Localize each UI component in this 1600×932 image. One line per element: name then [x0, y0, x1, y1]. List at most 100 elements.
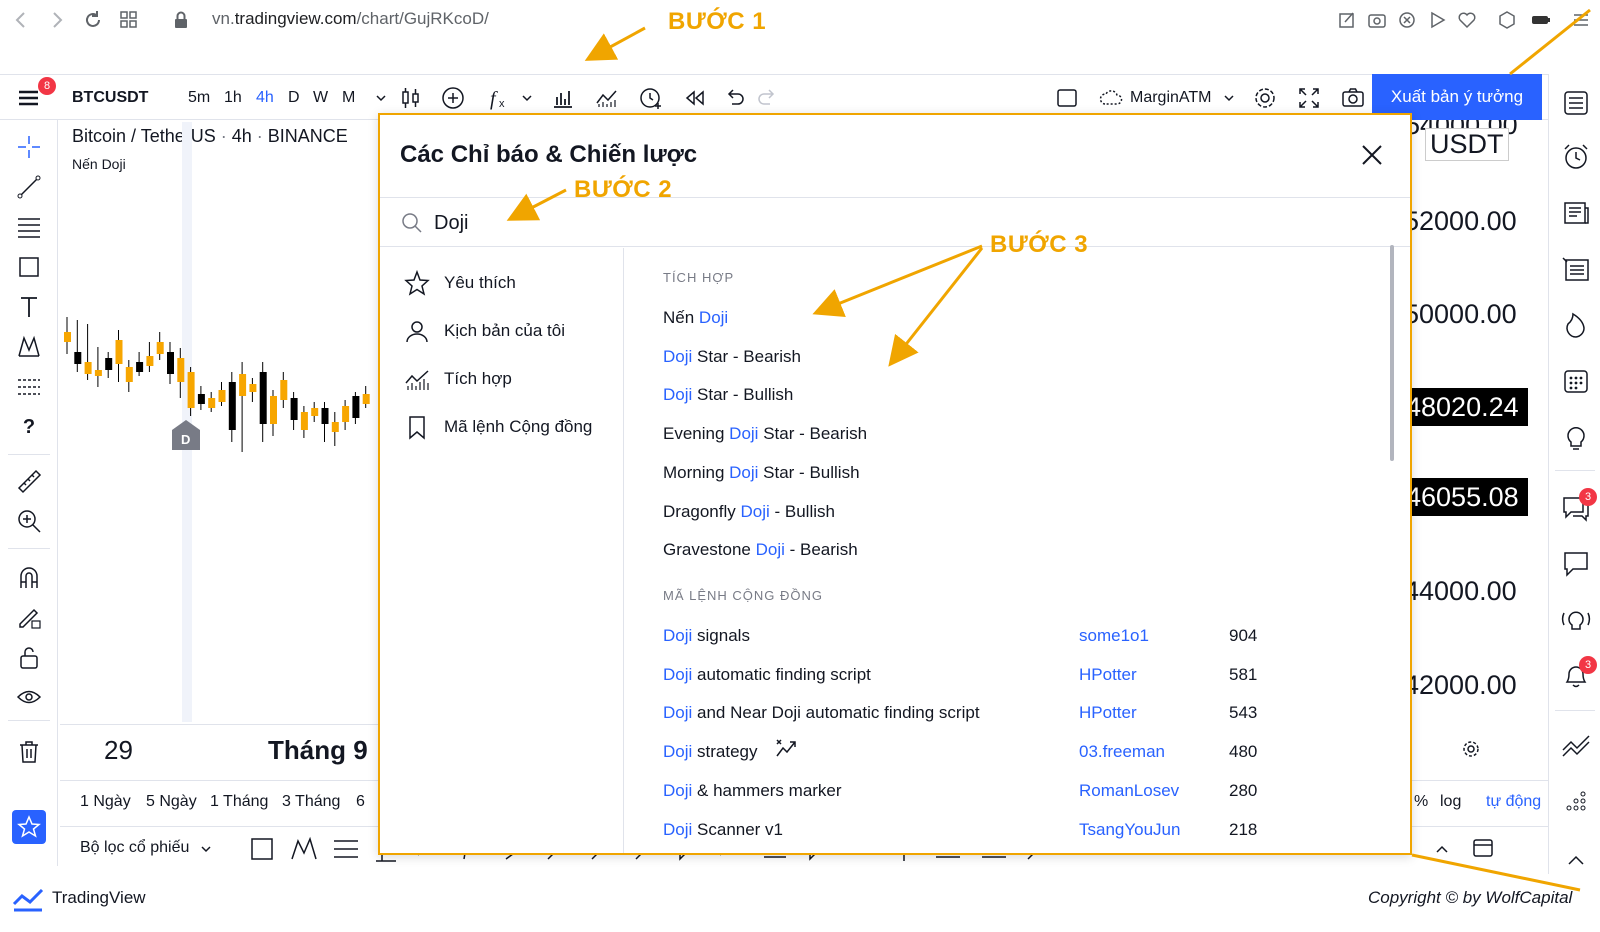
fullscreen-icon[interactable]: [1296, 85, 1322, 111]
chevron-down-icon[interactable]: [1216, 85, 1242, 111]
scale-auto[interactable]: tự động: [1486, 793, 1541, 811]
panel-icon[interactable]: [1472, 837, 1494, 859]
community-result-item[interactable]: Doji strategy: [663, 742, 758, 762]
interval-m[interactable]: M: [342, 89, 355, 107]
url-bar[interactable]: vn.tradingview.com/chart/GujRKcoD/: [212, 9, 489, 29]
forecast-icon[interactable]: [16, 374, 42, 400]
time-axis[interactable]: 29 Tháng 9: [60, 724, 390, 780]
unlock-icon[interactable]: [16, 644, 42, 670]
range-1d[interactable]: 1 Ngày: [80, 793, 131, 811]
text-tool-icon[interactable]: [16, 294, 42, 320]
news-icon[interactable]: [1561, 198, 1591, 228]
redo-icon[interactable]: [754, 85, 780, 111]
compare-add-icon[interactable]: [440, 85, 466, 111]
block-icon[interactable]: [1396, 9, 1418, 31]
messages-icon[interactable]: [1561, 548, 1591, 578]
fib-lines-icon[interactable]: [16, 214, 42, 240]
alert-add-icon[interactable]: [638, 85, 664, 111]
indicator-legend[interactable]: Nến Doji: [72, 156, 126, 172]
chevron-down-icon[interactable]: [368, 85, 394, 111]
interval-w[interactable]: W: [313, 89, 328, 107]
heart-icon[interactable]: [1456, 9, 1478, 31]
pattern-icon[interactable]: [16, 334, 42, 360]
crosshair-icon[interactable]: [16, 134, 42, 160]
community-result-item[interactable]: Doji automatic finding script: [663, 665, 871, 685]
candles-icon[interactable]: [398, 85, 424, 111]
search-input[interactable]: [434, 208, 934, 238]
script-author-link[interactable]: HPotter: [1079, 665, 1137, 685]
magnet-icon[interactable]: [16, 564, 42, 590]
range-1m[interactable]: 1 Tháng: [210, 793, 268, 811]
builtin-result-item[interactable]: Morning Doji Star - Bullish: [663, 463, 860, 483]
grid-icon[interactable]: [118, 9, 140, 31]
community-result-item[interactable]: Doji & hammers marker: [663, 781, 842, 801]
ruler-icon[interactable]: [16, 468, 42, 494]
range-5d[interactable]: 5 Ngày: [146, 793, 197, 811]
close-icon[interactable]: [1358, 141, 1386, 169]
camera-icon[interactable]: [1366, 9, 1388, 31]
chevron-down-icon[interactable]: [196, 839, 216, 859]
range-6m[interactable]: 6: [356, 793, 365, 811]
eye-icon[interactable]: [16, 684, 42, 710]
box-icon[interactable]: [1496, 9, 1518, 31]
cloud-icon[interactable]: [1098, 85, 1124, 111]
scale-log[interactable]: log: [1440, 793, 1461, 811]
watchlist-icon[interactable]: [1561, 88, 1591, 118]
reload-icon[interactable]: [82, 9, 104, 31]
calendar-icon[interactable]: [1561, 366, 1591, 396]
help-icon[interactable]: ?: [16, 416, 42, 442]
builtin-result-item[interactable]: Dragonfly Doji - Bullish: [663, 502, 835, 522]
undo-icon[interactable]: [722, 85, 748, 111]
replay-icon[interactable]: [682, 85, 708, 111]
scale-percent[interactable]: %: [1414, 793, 1428, 811]
trash-icon[interactable]: [16, 738, 42, 764]
axis-settings-gear-icon[interactable]: [1461, 739, 1481, 759]
play-icon[interactable]: [1426, 9, 1448, 31]
settings-gear-icon[interactable]: [1252, 85, 1278, 111]
category-community[interactable]: Mã lệnh Cộng đồng: [404, 410, 614, 450]
category-favorites[interactable]: Yêu thích: [404, 266, 614, 306]
interval-1h[interactable]: 1h: [224, 89, 242, 107]
builtin-result-item[interactable]: Nến Doji: [663, 308, 728, 328]
chevron-up-icon[interactable]: [1432, 839, 1452, 859]
symbol-search[interactable]: BTCUSDT: [72, 89, 148, 107]
data-window-icon[interactable]: [1561, 254, 1591, 284]
community-result-item[interactable]: Doji signals: [663, 626, 750, 646]
range-3m[interactable]: 3 Tháng: [282, 793, 340, 811]
chevron-up-icon[interactable]: [1561, 846, 1591, 876]
dots-grid-icon[interactable]: [1561, 786, 1591, 816]
stock-screener-button[interactable]: Bộ lọc cổ phiếu: [80, 839, 189, 857]
category-builtin[interactable]: Tích hợp: [404, 362, 614, 402]
hotlist-flame-icon[interactable]: [1561, 310, 1591, 340]
community-result-item[interactable]: Doji and Near Doji automatic finding scr…: [663, 703, 980, 723]
script-author-link[interactable]: RomanLosev: [1079, 781, 1179, 801]
script-author-link[interactable]: 03.freeman: [1079, 742, 1165, 762]
layout-name[interactable]: MarginATM: [1130, 89, 1212, 107]
templates-icon[interactable]: [594, 85, 620, 111]
scrollbar[interactable]: [1390, 245, 1394, 461]
alarm-clock-icon[interactable]: [1561, 142, 1591, 172]
builtin-result-item[interactable]: Gravestone Doji - Bearish: [663, 540, 858, 560]
indicators-fx-icon[interactable]: fx: [486, 85, 512, 111]
interval-d[interactable]: D: [288, 89, 300, 107]
back-icon[interactable]: [10, 9, 32, 31]
interval-4h[interactable]: 4h: [256, 89, 274, 107]
lock-drawing-icon[interactable]: [16, 604, 42, 630]
snapshot-camera-icon[interactable]: [1340, 85, 1366, 111]
community-result-item[interactable]: Doji Scanner v1: [663, 820, 783, 840]
doji-marker[interactable]: D: [172, 420, 200, 450]
chevron-down-icon[interactable]: [514, 85, 540, 111]
builtin-result-item[interactable]: Doji Star - Bullish: [663, 385, 793, 405]
script-author-link[interactable]: some1o1: [1079, 626, 1149, 646]
trading-panel-icon[interactable]: [1561, 730, 1591, 760]
zoom-in-icon[interactable]: [16, 508, 42, 534]
script-author-link[interactable]: HPotter: [1079, 703, 1137, 723]
rectangle-icon[interactable]: [16, 254, 42, 280]
forward-icon[interactable]: [46, 9, 68, 31]
favorites-star-icon[interactable]: [12, 810, 46, 844]
interval-5m[interactable]: 5m: [188, 89, 210, 107]
builtin-result-item[interactable]: Evening Doji Star - Bearish: [663, 424, 867, 444]
menu-lines-icon[interactable]: [1570, 9, 1592, 31]
edit-icon[interactable]: [1336, 9, 1358, 31]
builtin-result-item[interactable]: Doji Star - Bearish: [663, 347, 801, 367]
